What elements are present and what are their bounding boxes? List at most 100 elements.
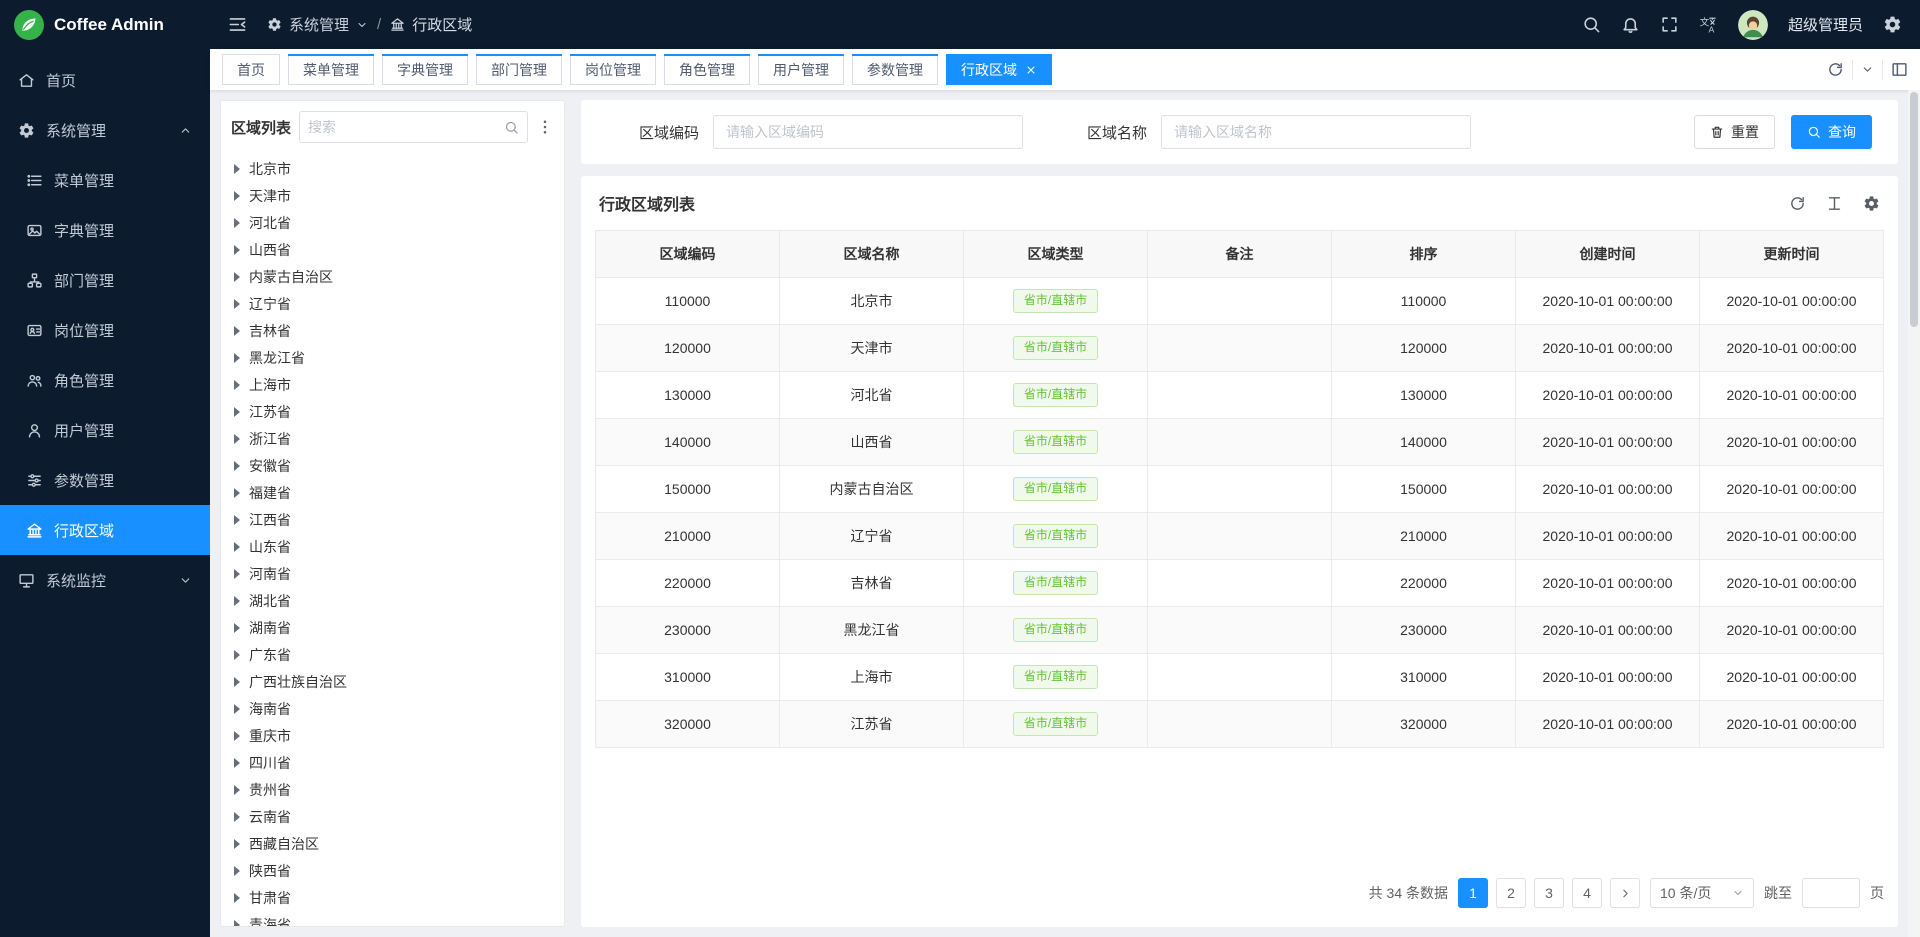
avatar[interactable] (1738, 10, 1768, 40)
sidebar-item[interactable]: 字典管理 (0, 205, 210, 255)
next-page-button[interactable] (1610, 878, 1640, 908)
caret-right-icon[interactable] (234, 515, 240, 525)
caret-right-icon[interactable] (234, 704, 240, 714)
page-size-select[interactable]: 10 条/页 (1650, 878, 1754, 908)
caret-right-icon[interactable] (234, 164, 240, 174)
page-button[interactable]: 4 (1572, 878, 1602, 908)
tree-item[interactable]: 山东省 (221, 533, 564, 560)
tree-item[interactable]: 广西壮族自治区 (221, 668, 564, 695)
tree-item[interactable]: 海南省 (221, 695, 564, 722)
tab-actions-chevron-icon[interactable] (1861, 63, 1874, 76)
tree-item[interactable]: 重庆市 (221, 722, 564, 749)
caret-right-icon[interactable] (234, 434, 240, 444)
tree-item[interactable]: 甘肃省 (221, 884, 564, 911)
tree-item[interactable]: 内蒙古自治区 (221, 263, 564, 290)
table-row[interactable]: 210000 辽宁省 省市/直辖市 210000 2020-10-01 00:0… (596, 513, 1884, 560)
tab[interactable]: 菜单管理 (288, 54, 374, 85)
reset-button[interactable]: 重置 (1694, 115, 1775, 149)
caret-right-icon[interactable] (234, 191, 240, 201)
sidebar-item[interactable]: 岗位管理 (0, 305, 210, 355)
table-settings-gear-icon[interactable] (1863, 195, 1880, 212)
tab[interactable]: 参数管理 (852, 54, 938, 85)
caret-right-icon[interactable] (234, 677, 240, 687)
menu-fold-icon[interactable] (228, 15, 247, 34)
layout-icon[interactable] (1891, 61, 1908, 78)
caret-right-icon[interactable] (234, 758, 240, 768)
brand-area[interactable]: Coffee Admin (0, 0, 210, 49)
tree-item[interactable]: 福建省 (221, 479, 564, 506)
tree-item[interactable]: 广东省 (221, 641, 564, 668)
caret-right-icon[interactable] (234, 650, 240, 660)
tree-item[interactable]: 湖北省 (221, 587, 564, 614)
tree-item[interactable]: 上海市 (221, 371, 564, 398)
sidebar-item[interactable]: 部门管理 (0, 255, 210, 305)
tree-item[interactable]: 山西省 (221, 236, 564, 263)
caret-right-icon[interactable] (234, 623, 240, 633)
page-button[interactable]: 1 (1458, 878, 1488, 908)
caret-right-icon[interactable] (234, 542, 240, 552)
table-row[interactable]: 320000 江苏省 省市/直辖市 320000 2020-10-01 00:0… (596, 701, 1884, 748)
username[interactable]: 超级管理员 (1788, 14, 1863, 35)
refresh-tab-icon[interactable] (1827, 61, 1844, 78)
tab[interactable]: 岗位管理 (570, 54, 656, 85)
region-name-input[interactable] (1161, 115, 1471, 149)
table-row[interactable]: 130000 河北省 省市/直辖市 130000 2020-10-01 00:0… (596, 372, 1884, 419)
caret-right-icon[interactable] (234, 596, 240, 606)
tree-item[interactable]: 云南省 (221, 803, 564, 830)
tab[interactable]: 行政区域 (946, 54, 1052, 85)
search-icon[interactable] (504, 120, 519, 135)
tree-item[interactable]: 辽宁省 (221, 290, 564, 317)
tree-item[interactable]: 黑龙江省 (221, 344, 564, 371)
settings-gear-icon[interactable] (1883, 15, 1902, 34)
scrollbar-thumb[interactable] (1910, 92, 1918, 327)
sidebar-item[interactable]: 菜单管理 (0, 155, 210, 205)
tree-item[interactable]: 安徽省 (221, 452, 564, 479)
caret-right-icon[interactable] (234, 218, 240, 228)
sidebar-item-home[interactable]: 首页 (0, 55, 210, 105)
tab[interactable]: 部门管理 (476, 54, 562, 85)
tree-item[interactable]: 河南省 (221, 560, 564, 587)
translate-icon[interactable]: 文A (1699, 15, 1718, 34)
tree-item[interactable]: 江西省 (221, 506, 564, 533)
caret-right-icon[interactable] (234, 353, 240, 363)
tree-item[interactable]: 北京市 (221, 155, 564, 182)
table-row[interactable]: 220000 吉林省 省市/直辖市 220000 2020-10-01 00:0… (596, 560, 1884, 607)
sidebar-item[interactable]: 参数管理 (0, 455, 210, 505)
caret-right-icon[interactable] (234, 326, 240, 336)
caret-right-icon[interactable] (234, 272, 240, 282)
caret-right-icon[interactable] (234, 488, 240, 498)
tree-item[interactable]: 四川省 (221, 749, 564, 776)
table-row[interactable]: 230000 黑龙江省 省市/直辖市 230000 2020-10-01 00:… (596, 607, 1884, 654)
bell-icon[interactable] (1621, 15, 1640, 34)
search-button[interactable]: 查询 (1791, 115, 1872, 149)
fullscreen-icon[interactable] (1660, 15, 1679, 34)
sidebar-group[interactable]: 系统监控 (0, 555, 210, 605)
tree-item[interactable]: 陕西省 (221, 857, 564, 884)
tree-item[interactable]: 青海省 (221, 911, 564, 926)
table-row[interactable]: 310000 上海市 省市/直辖市 310000 2020-10-01 00:0… (596, 654, 1884, 701)
tree-search-input[interactable] (308, 119, 498, 135)
table-row[interactable]: 110000 北京市 省市/直辖市 110000 2020-10-01 00:0… (596, 278, 1884, 325)
tab[interactable]: 用户管理 (758, 54, 844, 85)
tab[interactable]: 角色管理 (664, 54, 750, 85)
tree-item[interactable]: 天津市 (221, 182, 564, 209)
table-row[interactable]: 150000 内蒙古自治区 省市/直辖市 150000 2020-10-01 0… (596, 466, 1884, 513)
caret-right-icon[interactable] (234, 812, 240, 822)
dots-vertical-icon[interactable] (536, 118, 554, 136)
jump-page-input[interactable] (1802, 878, 1860, 908)
sidebar-item[interactable]: 行政区域 (0, 505, 210, 555)
tree-item[interactable]: 西藏自治区 (221, 830, 564, 857)
caret-right-icon[interactable] (234, 920, 240, 927)
caret-right-icon[interactable] (234, 731, 240, 741)
column-height-icon[interactable] (1826, 195, 1843, 212)
caret-right-icon[interactable] (234, 893, 240, 903)
tree-item[interactable]: 湖南省 (221, 614, 564, 641)
tree-item[interactable]: 河北省 (221, 209, 564, 236)
search-icon[interactable] (1582, 15, 1601, 34)
tree-item[interactable]: 贵州省 (221, 776, 564, 803)
sidebar-item[interactable]: 用户管理 (0, 405, 210, 455)
table-row[interactable]: 120000 天津市 省市/直辖市 120000 2020-10-01 00:0… (596, 325, 1884, 372)
refresh-table-icon[interactable] (1789, 195, 1806, 212)
caret-right-icon[interactable] (234, 245, 240, 255)
tree-item[interactable]: 江苏省 (221, 398, 564, 425)
